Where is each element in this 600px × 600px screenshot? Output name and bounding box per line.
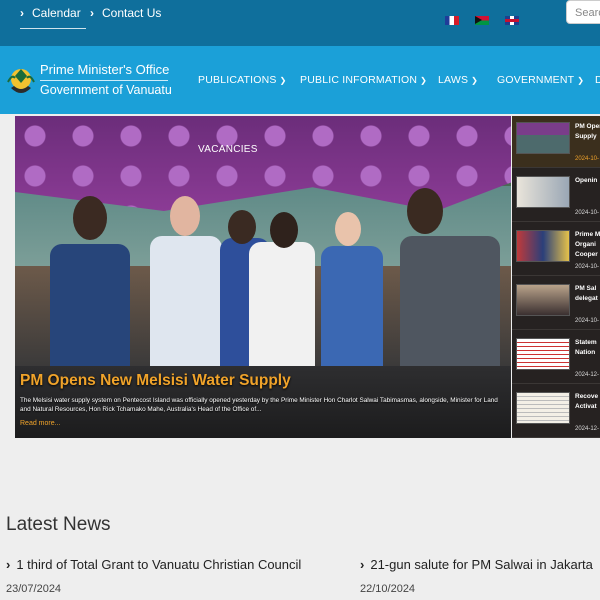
nav-overflow-item[interactable]: D [595,74,600,86]
slide-summary: The Melsisi water supply system on Pente… [20,397,498,413]
thumb-title: Prime M Organi Cooper (OECD) [575,231,600,258]
thumb-image [516,284,570,316]
slider-thumb[interactable]: Recove Activat 2024-12- [512,386,600,438]
chevron-down-icon: ❯ [471,76,479,85]
thumb-date: 2024-12- [575,426,600,432]
chevron-right-icon: › [360,557,365,572]
top-bar: › Calendar › Contact Us Search [0,0,600,46]
thumb-date: 2024-10- [575,210,600,216]
chevron-down-icon: ❯ [279,76,287,85]
nav-laws[interactable]: LAWS ❯ [438,74,478,86]
chevron-right-icon: › [90,6,94,20]
thumb-date: 2024-10- [575,318,600,324]
person-head [170,196,200,236]
brand-divider [40,80,168,81]
vanuatu-flag-icon[interactable] [475,16,489,25]
news-item-date: 23/07/2024 [6,583,62,595]
nav-government-label: GOVERNMENT [497,74,575,86]
news-item-link[interactable]: › 1 third of Total Grant to Vanuatu Chris… [6,557,301,572]
chevron-down-icon: ❯ [420,76,428,85]
contact-us-link[interactable]: › Contact Us [90,6,161,20]
slider-thumb[interactable]: Statem Nation 2024-12- [512,332,600,384]
thumb-image [516,230,570,262]
nav-vacancies[interactable]: VACANCIES [198,144,258,155]
thumb-title: Openin [575,177,598,184]
person-figure [150,236,222,386]
thumb-title: Statem Nation [575,339,597,356]
person-figure [50,244,130,384]
slider-thumbnail-list: PM Open Supply 2024-10- Openin 2024-10- … [512,116,600,438]
slide-title[interactable]: PM Opens New Melsisi Water Supply [20,372,291,390]
calendar-underline [20,28,86,29]
thumb-title: Recove Activat [575,393,599,410]
thumb-date: 2024-12- [575,372,600,378]
vanuatu-coat-of-arms-icon[interactable] [6,64,36,98]
calendar-link-label: Calendar [32,6,81,20]
thumb-title: PM Sal delegat [575,285,598,302]
thumb-date: 2024-10- [575,156,600,162]
nav-public-information[interactable]: PUBLIC INFORMATION ❯ [300,74,427,86]
slider-thumb[interactable]: Prime M Organi Cooper (OECD) 2024-10- [512,224,600,276]
news-item-date: 22/10/2024 [360,583,416,595]
thumb-date: 2024-10- [575,264,600,270]
person-head [228,210,256,244]
person-head [407,188,443,234]
person-head [335,212,361,246]
fr-flag-icon[interactable] [445,16,459,25]
chevron-down-icon: ❯ [577,76,585,85]
thumb-title: PM Open Supply [575,123,600,140]
contact-us-link-label: Contact Us [102,6,162,20]
chevron-right-icon: › [6,557,11,572]
news-item-title: 1 third of Total Grant to Vanuatu Christ… [16,557,302,572]
latest-news-heading: Latest News [6,514,111,535]
thumb-image [516,392,570,424]
slider-thumb[interactable]: Openin 2024-10- [512,170,600,222]
nav-publications-label: PUBLICATIONS [198,74,277,86]
main-nav-bar: Prime Minister's Office Government of Va… [0,46,600,114]
nav-laws-label: LAWS [438,74,469,86]
calendar-link[interactable]: › Calendar [20,6,81,20]
uk-flag-icon[interactable] [505,16,519,25]
thumb-image [516,338,570,370]
news-item-link[interactable]: › 21-gun salute for PM Salwai in Jakarta [360,557,593,572]
nav-public-information-label: PUBLIC INFORMATION [300,74,418,86]
thumb-image [516,176,570,208]
thumb-image [516,122,570,154]
nav-government[interactable]: GOVERNMENT ❯ [497,74,584,86]
featured-slider[interactable]: VACANCIES PM Opens New Melsisi Water Sup… [15,116,511,438]
nav-publications[interactable]: PUBLICATIONS ❯ [198,74,287,86]
person-head [270,212,298,248]
person-head [73,196,107,240]
slider-thumb[interactable]: PM Sal delegat 2024-10- [512,278,600,330]
search-input[interactable]: Search [566,0,600,24]
brand-subtitle[interactable]: Government of Vanuatu [40,83,172,97]
brand-title[interactable]: Prime Minister's Office [40,62,169,77]
chevron-right-icon: › [20,6,24,20]
slider-thumb[interactable]: PM Open Supply 2024-10- [512,116,600,168]
nav-overflow-label: D [595,74,600,86]
read-more-link[interactable]: Read more... [20,420,60,427]
news-item-title: 21-gun salute for PM Salwai in Jakarta [370,557,593,572]
